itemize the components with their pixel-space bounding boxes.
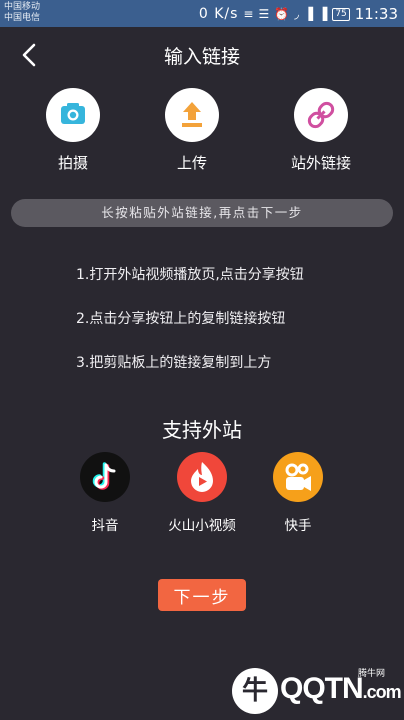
support-title: 支持外站 <box>162 418 242 442</box>
upload-icon <box>165 88 219 142</box>
site-douyin[interactable]: 抖音 <box>60 452 150 534</box>
instruction-step: 1.打开外站视频播放页,点击分享按钮 <box>76 267 304 283</box>
watermark: 牛 QQTN.com 腾牛网 <box>232 666 402 716</box>
kuaishou-logo-icon <box>273 452 323 502</box>
carrier-2: 中国电信 <box>4 13 41 23</box>
header: 输入链接 <box>0 27 404 81</box>
camera-icon <box>46 88 100 142</box>
wifi-icon: ◞ <box>294 7 299 21</box>
battery-icon: 75 <box>332 7 350 21</box>
site-kuaishou[interactable]: 快手 <box>253 452 343 534</box>
qqtn-logo-icon: 牛 <box>232 668 278 714</box>
signal-2-icon: ▐ <box>318 7 328 21</box>
status-indicators: 0 K/s ≡ ☰ ⏰ ◞ ▐ ▐ 75 11:33 <box>199 5 398 23</box>
site-douyin-label: 抖音 <box>91 518 119 534</box>
page-title: 输入链接 <box>163 46 240 68</box>
net-speed: 0 K/s <box>198 6 239 22</box>
upload-button[interactable]: 上传 <box>137 88 247 172</box>
status-bar: 中国移动 中国电信 0 K/s ≡ ☰ ⏰ ◞ ▐ ▐ 75 11:33 <box>0 0 404 27</box>
instruction-list: 1.打开外站视频播放页,点击分享按钮 2.点击分享按钮上的复制链接按钮 3.把剪… <box>76 264 304 396</box>
clock: 11:33 <box>354 5 398 23</box>
huoshan-logo-icon <box>177 452 227 502</box>
site-huoshan-label: 火山小视频 <box>168 518 236 534</box>
external-link-button[interactable]: 站外链接 <box>266 88 376 172</box>
upload-label: 上传 <box>176 154 207 172</box>
douyin-logo-icon <box>80 452 130 502</box>
instruction-step: 2.点击分享按钮上的复制链接按钮 <box>76 311 286 327</box>
next-step-button[interactable]: 下一步 <box>158 579 246 611</box>
shoot-label: 拍摄 <box>57 154 88 172</box>
vibrate-icon: ☰ <box>258 7 270 21</box>
signal-icon: ▐ <box>303 7 314 21</box>
external-link-label: 站外链接 <box>290 154 351 172</box>
shoot-button[interactable]: 拍摄 <box>18 88 128 172</box>
site-huoshan[interactable]: 火山小视频 <box>157 452 247 534</box>
nfc-icon: ≡ <box>243 7 254 21</box>
alarm-icon: ⏰ <box>274 7 290 21</box>
carrier-info: 中国移动 中国电信 <box>4 2 40 24</box>
link-icon <box>294 88 348 142</box>
instruction-step: 3.把剪贴板上的链接复制到上方 <box>76 355 272 371</box>
watermark-sub: 腾牛网 <box>358 669 386 679</box>
site-kuaishou-label: 快手 <box>284 518 312 534</box>
carrier-1: 中国移动 <box>4 2 41 12</box>
paste-hint: 长按粘贴外站链接,再点击下一步 <box>11 199 393 227</box>
